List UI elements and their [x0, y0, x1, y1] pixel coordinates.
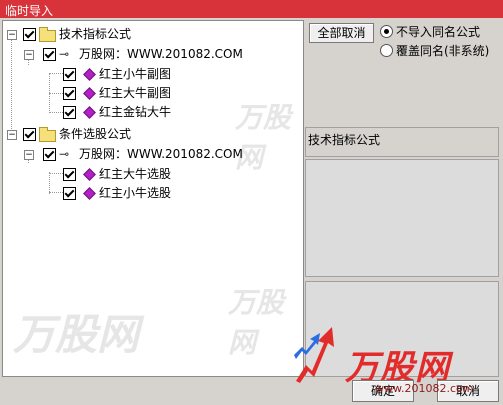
tree-node-formula[interactable]: 红主大牛副图 [3, 84, 303, 102]
collapse-toggle[interactable]: − [7, 130, 17, 140]
site-label: 万股网：WWW.201082.COM [79, 147, 243, 161]
collapse-toggle[interactable]: − [7, 30, 17, 40]
site-checkbox[interactable] [43, 48, 56, 61]
detail-panel-upper [305, 159, 499, 277]
formula-label: 红主大牛选股 [99, 167, 172, 181]
tree-node-formula[interactable]: 红主小牛选股 [3, 184, 303, 202]
formula-icon [83, 187, 96, 200]
formula-icon [83, 87, 96, 100]
brand-url: www.201082.com [375, 382, 474, 395]
group-checkbox[interactable] [23, 28, 36, 41]
formula-checkbox[interactable] [63, 168, 76, 181]
brand-logo-icon [294, 327, 334, 383]
tree-node-formula[interactable]: 红主金钻大牛 [3, 103, 303, 121]
skip-duplicates-label: 不导入同名公式 [396, 25, 481, 39]
site-label: 万股网：WWW.201082.COM [79, 47, 243, 61]
tree-node-group[interactable]: − 技术指标公式 [3, 25, 303, 43]
tree-node-formula[interactable]: 红主小牛副图 [3, 65, 303, 83]
tree-node-group[interactable]: − 条件选股公式 [3, 125, 303, 143]
collapse-toggle[interactable]: − [24, 50, 34, 60]
formula-checkbox[interactable] [63, 68, 76, 81]
detail-header: 技术指标公式 [305, 127, 499, 157]
formula-icon [83, 106, 96, 119]
tree-node-site[interactable]: − ⊸ 万股网：WWW.201082.COM [3, 145, 303, 163]
key-icon: ⊸ [59, 47, 70, 61]
tree-node-formula[interactable]: 红主大牛选股 [3, 165, 303, 183]
formula-checkbox[interactable] [63, 87, 76, 100]
formula-tree[interactable]: 万股网 万股网 万股网 − 技术指标公式 − ⊸ 万股网：WWW.201082.… [2, 20, 304, 377]
formula-label: 红主小牛选股 [99, 186, 172, 200]
formula-icon [83, 168, 96, 181]
detail-title: 技术指标公式 [308, 133, 381, 147]
group-label: 条件选股公式 [59, 127, 132, 141]
formula-checkbox[interactable] [63, 106, 76, 119]
collapse-toggle[interactable]: − [24, 150, 34, 160]
watermark-text: 万股网 [13, 310, 140, 359]
group-checkbox[interactable] [23, 128, 36, 141]
group-label: 技术指标公式 [59, 27, 132, 41]
folder-icon [39, 127, 56, 142]
formula-label: 红主金钻大牛 [99, 105, 172, 119]
formula-label: 红主小牛副图 [99, 67, 172, 81]
window-titlebar[interactable]: 临时导入 [0, 0, 503, 18]
skip-duplicates-radio[interactable] [380, 25, 393, 38]
folder-icon [39, 27, 56, 42]
formula-checkbox[interactable] [63, 187, 76, 200]
window-title: 临时导入 [5, 4, 54, 18]
tree-node-site[interactable]: − ⊸ 万股网：WWW.201082.COM [3, 45, 303, 63]
overwrite-radio[interactable] [380, 44, 393, 57]
key-icon: ⊸ [59, 147, 70, 161]
cancel-all-button[interactable]: 全部取消 [309, 23, 374, 43]
overwrite-label: 覆盖同名(非系统) [396, 44, 490, 58]
formula-label: 红主大牛副图 [99, 86, 172, 100]
formula-icon [83, 68, 96, 81]
site-checkbox[interactable] [43, 148, 56, 161]
